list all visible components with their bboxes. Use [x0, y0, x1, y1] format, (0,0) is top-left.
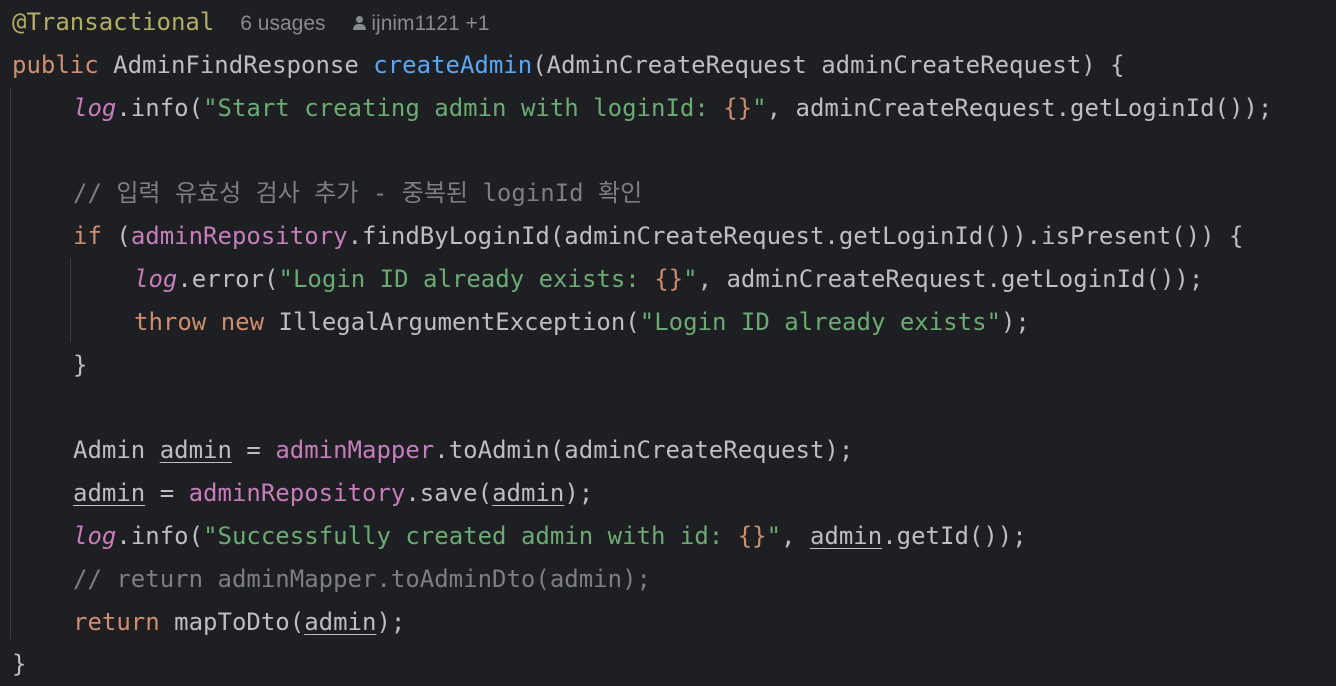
admin-argument[interactable]: admin [304, 608, 376, 636]
string-literal: "Login ID already exists: [278, 265, 655, 293]
admin-argument[interactable]: admin [810, 522, 882, 550]
string-literal: "Login ID already exists" [639, 308, 1001, 336]
code-line-comment[interactable]: // 입력 유효성 검사 추가 - 중복된 loginId 확인 [73, 172, 642, 215]
admin-argument[interactable]: admin [492, 479, 564, 507]
keyword-new: new [220, 308, 265, 336]
get-id-call[interactable]: .getId()); [882, 522, 1027, 550]
code-line-comment-return[interactable]: // return adminMapper.toAdminDto(admin); [73, 558, 651, 601]
format-placeholder: {} [737, 522, 767, 550]
assign-op: = [145, 479, 189, 507]
indent-guide-if-block [70, 258, 71, 342]
log-field[interactable]: log [73, 94, 116, 122]
log-args[interactable]: , adminCreateRequest.getLoginId()); [698, 265, 1204, 293]
exception-class[interactable]: IllegalArgumentException( [264, 308, 640, 336]
log-args[interactable]: , adminCreateRequest.getLoginId()); [767, 94, 1273, 122]
keyword-throw: throw [134, 308, 207, 336]
statement-end: ); [564, 479, 594, 507]
indent-guide-method [10, 87, 11, 639]
code-line-throw[interactable]: throw new IllegalArgumentException("Logi… [134, 301, 1030, 344]
keyword-if: if [73, 222, 102, 250]
keyword-public: public [12, 51, 99, 79]
statement-end: ); [376, 608, 406, 636]
comment-text: // return adminMapper.toAdminDto(admin); [73, 565, 651, 593]
arg-separator: , [781, 522, 810, 550]
code-line-admin-decl[interactable]: Admin admin = adminMapper.toAdmin(adminC… [73, 429, 853, 472]
author-name: ijnim1121 +1 [371, 12, 490, 35]
method-params[interactable]: (AdminCreateRequest adminCreateRequest) … [532, 51, 1124, 79]
string-literal-end: " [752, 94, 767, 122]
string-literal-end: " [766, 522, 782, 550]
closing-brace: } [12, 650, 27, 678]
comment-text: // 입력 유효성 검사 추가 - 중복된 loginId 확인 [73, 179, 643, 207]
to-admin-call[interactable]: .toAdmin(adminCreateRequest); [434, 436, 853, 464]
code-line-if[interactable]: if (adminRepository.findByLoginId(adminC… [73, 215, 1243, 258]
log-call[interactable]: .error( [177, 265, 278, 293]
paren-open: ( [101, 222, 131, 250]
log-field[interactable]: log [73, 522, 116, 550]
return-type[interactable]: AdminFindResponse [113, 51, 359, 79]
method-name[interactable]: createAdmin [373, 51, 532, 79]
code-line-log-start[interactable]: log.info("Start creating admin with logi… [73, 87, 1272, 130]
code-line-return[interactable]: return mapToDto(admin); [73, 601, 405, 644]
code-line-save[interactable]: admin = adminRepository.save(admin); [73, 472, 593, 515]
save-call[interactable]: .save( [405, 479, 492, 507]
string-literal: "Successfully created admin with id: [203, 522, 738, 550]
closing-brace: } [73, 351, 88, 379]
format-placeholder: {} [654, 265, 684, 293]
code-line-annotation[interactable]: @Transactional 6 usages ijnim1121 +1 [12, 1, 489, 44]
log-call[interactable]: .info( [116, 94, 203, 122]
transactional-annotation[interactable]: @Transactional [12, 8, 214, 36]
code-line-log-error[interactable]: log.error("Login ID already exists: {}",… [134, 258, 1203, 301]
code-line-close-method[interactable]: } [12, 643, 26, 686]
usages-inlay-hint[interactable]: 6 usages [240, 12, 325, 35]
admin-variable[interactable]: admin [73, 479, 145, 507]
string-literal: "Start creating admin with loginId: [203, 94, 724, 122]
string-literal-end: " [683, 265, 698, 293]
log-call[interactable]: .info( [116, 522, 203, 550]
log-field[interactable]: log [134, 265, 177, 293]
format-placeholder: {} [723, 94, 753, 122]
author-inlay-hint[interactable]: ijnim1121 +1 [352, 12, 490, 35]
code-line-method-declaration[interactable]: public AdminFindResponse createAdmin(Adm… [12, 44, 1125, 87]
keyword-return: return [73, 608, 160, 636]
map-to-dto-call[interactable]: mapToDto( [160, 608, 304, 636]
admin-repository-field[interactable]: adminRepository [131, 222, 348, 250]
code-line-log-success[interactable]: log.info("Successfully created admin wit… [73, 515, 1027, 558]
code-line-close-if[interactable]: } [73, 344, 87, 387]
admin-type[interactable]: Admin [73, 436, 160, 464]
statement-end: ); [1000, 308, 1030, 336]
admin-mapper-field[interactable]: adminMapper [275, 436, 434, 464]
find-call[interactable]: .findByLoginId(adminCreateRequest.getLog… [348, 222, 1244, 250]
assign-op: = [231, 436, 276, 464]
admin-repository-field[interactable]: adminRepository [189, 479, 406, 507]
admin-variable[interactable]: admin [160, 436, 232, 464]
user-icon [352, 15, 366, 31]
